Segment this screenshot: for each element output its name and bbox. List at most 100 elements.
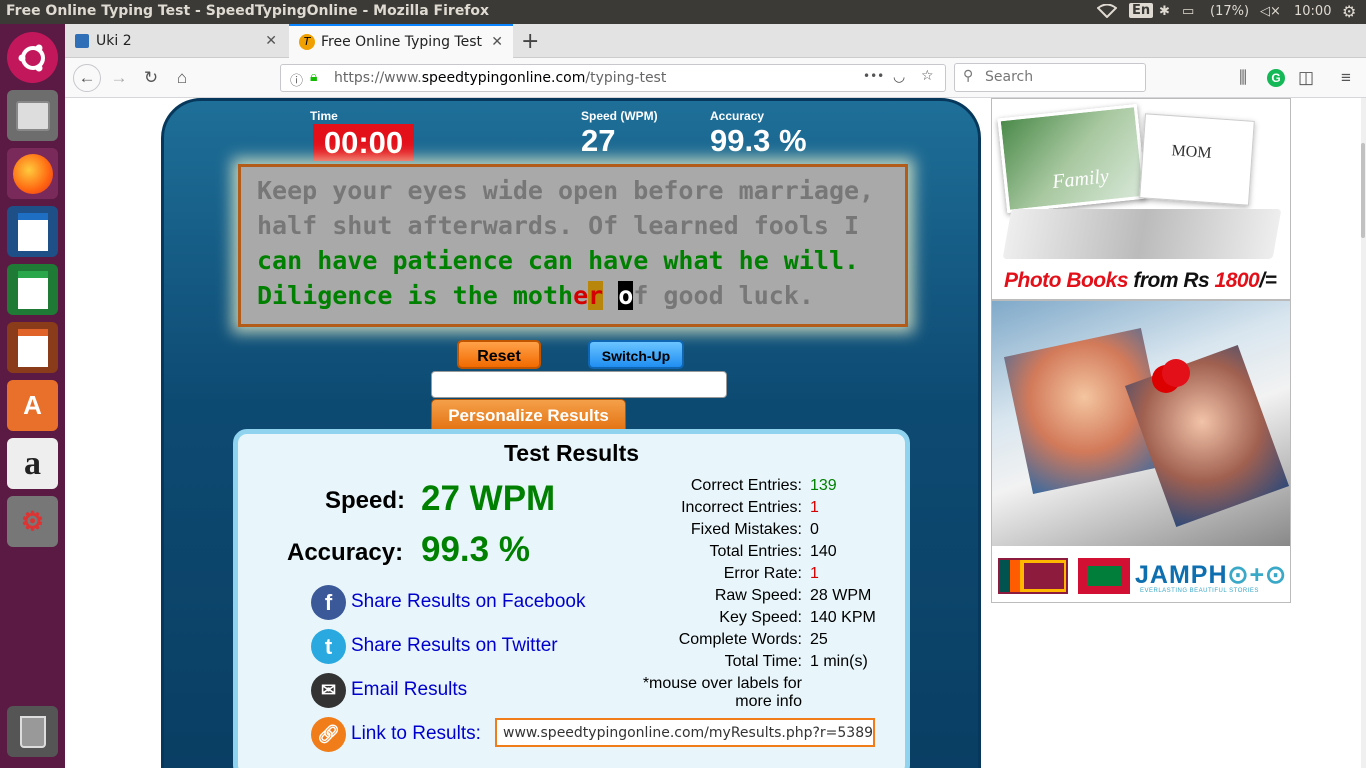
impress-icon[interactable]: [7, 322, 58, 373]
close-tab-icon[interactable]: ✕: [265, 33, 277, 49]
detail-label[interactable]: Total Time:: [602, 653, 802, 671]
jampho-logo: JAMPH⊙+⊙: [1135, 561, 1288, 589]
personalize-results-button[interactable]: Personalize Results: [431, 399, 626, 433]
writer-icon[interactable]: [7, 206, 58, 257]
result-speed-value: 27 WPM: [421, 479, 556, 518]
album-photo-1: Family: [997, 103, 1147, 214]
text-line: Keep your eyes wide open before marriage…: [257, 176, 875, 205]
remaining-text: f good luck.: [633, 281, 814, 310]
detail-label[interactable]: Incorrect Entries:: [602, 499, 802, 517]
search-box[interactable]: ⚲ Search: [954, 63, 1146, 92]
accuracy-label: Accuracy: [710, 109, 765, 123]
detail-value: 1: [810, 499, 819, 516]
url-bar[interactable]: ⓘ 🔒︎ https://www.speedtypingonline.com/t…: [280, 64, 946, 92]
home-icon[interactable]: ⌂: [169, 66, 195, 90]
search-placeholder: Search: [985, 69, 1034, 85]
url-path: /typing-test: [585, 70, 667, 86]
detail-label[interactable]: Complete Words:: [602, 631, 802, 649]
switch-up-button[interactable]: Switch-Up: [588, 340, 684, 369]
tab-uki[interactable]: Uki 2 ✕: [65, 24, 287, 58]
ad-flower: [1162, 359, 1190, 387]
jampho-ad[interactable]: JAMPH⊙+⊙ EVERLASTING BEAUTIFUL STORIES: [991, 300, 1291, 603]
ad-album-image: [992, 301, 1290, 546]
trash-icon[interactable]: [7, 706, 58, 757]
reset-button[interactable]: Reset: [457, 340, 541, 369]
detail-label[interactable]: Key Speed:: [602, 609, 802, 627]
clock[interactable]: 10:00: [1294, 4, 1331, 19]
system-settings-icon[interactable]: ⚙: [7, 496, 58, 547]
amazon-icon[interactable]: a: [7, 438, 58, 489]
back-icon[interactable]: ←: [73, 64, 101, 92]
files-icon[interactable]: [7, 90, 58, 141]
close-tab-icon[interactable]: ✕: [491, 34, 503, 50]
detail-value: 28 WPM: [810, 587, 872, 604]
space-char: [603, 281, 618, 310]
speed-label: Speed (WPM): [581, 109, 658, 123]
info-icon[interactable]: ⓘ: [290, 70, 303, 89]
twitter-icon[interactable]: t: [311, 629, 346, 664]
tab-bar: Uki 2 ✕ T Free Online Typing Test ✕ +: [65, 24, 1366, 58]
detail-label[interactable]: Fixed Mistakes:: [602, 521, 802, 539]
settings-gear-icon[interactable]: ⚙: [1342, 2, 1356, 21]
link-icon[interactable]: 🔗︎: [311, 717, 346, 752]
battery-percent[interactable]: (17%): [1210, 4, 1249, 19]
error-char-highlight: r: [588, 281, 604, 310]
reload-icon[interactable]: ↻: [138, 66, 164, 90]
software-center-icon[interactable]: A: [7, 380, 58, 431]
result-speed-label: Speed:: [325, 487, 406, 514]
detail-label[interactable]: Error Rate:: [602, 565, 802, 583]
volume-icon[interactable]: ◁×: [1260, 4, 1281, 19]
mouse-over-note: *mouse over labels for: [642, 675, 802, 692]
share-facebook-link[interactable]: Share Results on Facebook: [351, 591, 585, 613]
bookmark-star-icon[interactable]: ☆: [921, 68, 934, 84]
time-label: Time: [310, 109, 338, 123]
speed-value: 27: [581, 123, 616, 158]
error-char: e: [573, 281, 589, 310]
typing-input[interactable]: [431, 371, 727, 398]
link-to-results-label: Link to Results:: [351, 723, 481, 744]
cursor-char: o: [618, 281, 634, 310]
detail-label[interactable]: Correct Entries:: [602, 477, 802, 495]
album-photo-2: MOM: [1139, 113, 1255, 206]
email-results-link[interactable]: Email Results: [351, 679, 467, 701]
tab-label: Free Online Typing Test: [321, 34, 482, 50]
menu-icon[interactable]: ≡: [1333, 66, 1359, 90]
library-icon[interactable]: ⫼: [1230, 66, 1256, 90]
test-results-panel: Test Results Speed: 27 WPM Accuracy: 99.…: [233, 429, 910, 768]
photo-books-ad[interactable]: Family MOM Photo Books from Rs 1800/=: [991, 98, 1291, 300]
typed-text: Diligence is the moth: [257, 281, 574, 310]
scrollbar[interactable]: [1361, 98, 1366, 768]
ubuntu-icon[interactable]: [7, 32, 58, 83]
email-icon[interactable]: ✉: [311, 673, 346, 708]
share-twitter-link[interactable]: Share Results on Twitter: [351, 635, 558, 657]
facebook-icon[interactable]: f: [311, 585, 346, 620]
firefox-icon[interactable]: [7, 148, 58, 199]
results-title: Test Results: [503, 440, 640, 466]
tab-typing-test[interactable]: T Free Online Typing Test ✕: [289, 24, 513, 58]
detail-value: 1: [810, 565, 819, 582]
results-link-field[interactable]: [495, 718, 875, 747]
detail-label[interactable]: Raw Speed:: [602, 587, 802, 605]
sidebar-icon[interactable]: ◫: [1293, 66, 1319, 90]
forward-icon[interactable]: →: [106, 66, 132, 90]
favicon-icon: T: [299, 34, 315, 50]
page-actions-icon[interactable]: •••: [863, 69, 884, 83]
window-title: Free Online Typing Test - SpeedTypingOnl…: [6, 3, 490, 19]
wifi-icon[interactable]: [1096, 3, 1118, 22]
accuracy-value: 99.3 %: [710, 123, 807, 158]
scrollbar-thumb[interactable]: [1361, 143, 1365, 238]
calc-icon[interactable]: [7, 264, 58, 315]
result-accuracy-value: 99.3 %: [421, 530, 530, 569]
grammarly-icon[interactable]: G: [1267, 69, 1285, 87]
typing-text-box[interactable]: Keep your eyes wide open before marriage…: [238, 164, 908, 327]
ad-price-text: Photo Books from Rs 1800/=: [1004, 269, 1277, 292]
detail-label[interactable]: Total Entries:: [602, 543, 802, 561]
bluetooth-icon[interactable]: ✱: [1159, 4, 1170, 19]
new-tab-icon[interactable]: +: [521, 24, 543, 58]
battery-icon[interactable]: ▭: [1182, 4, 1194, 19]
lock-icon: 🔒︎: [310, 69, 318, 85]
nav-bar: ← → ↻ ⌂ ⓘ 🔒︎ https://www.speedtypingonli…: [65, 58, 1366, 98]
sri-lanka-flag-icon: [998, 558, 1068, 594]
pocket-icon[interactable]: ◡: [893, 69, 905, 85]
keyboard-language[interactable]: En: [1129, 3, 1154, 18]
